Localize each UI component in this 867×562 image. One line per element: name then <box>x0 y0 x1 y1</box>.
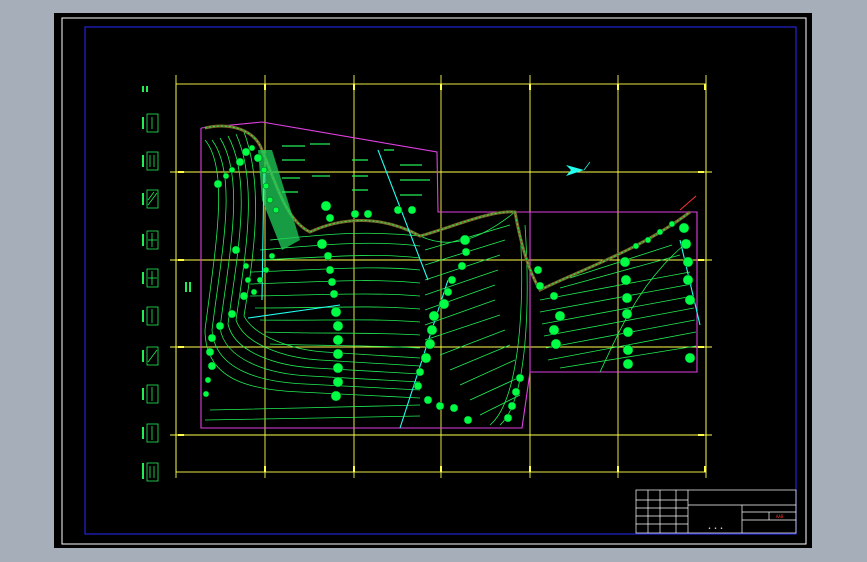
tree-circle-icon <box>413 381 423 391</box>
tree-circle-icon <box>250 288 258 296</box>
tree-circle-icon <box>423 395 433 405</box>
tree-circle-icon <box>215 321 225 331</box>
tree-circle-icon <box>426 324 438 336</box>
tree-circle-icon <box>461 247 471 257</box>
tree-circle-icon <box>253 153 263 163</box>
tree-circle-icon <box>684 352 696 364</box>
tree-circle-icon <box>350 209 360 219</box>
tree-circle-icon <box>511 387 521 397</box>
tree-circle-icon <box>248 144 256 152</box>
cad-drawing-viewport: • • • AAB <box>0 0 867 562</box>
tree-circle-icon <box>262 266 270 274</box>
tree-circle-icon <box>272 206 280 214</box>
tree-circle-icon <box>548 324 560 336</box>
tree-circle-icon <box>227 309 237 319</box>
tree-circle-icon <box>330 390 342 402</box>
tree-circle-icon <box>320 200 332 212</box>
tree-circle-icon <box>325 213 335 223</box>
tree-circle-icon <box>632 242 640 250</box>
tree-circle-icon <box>363 209 373 219</box>
tree-circle-icon <box>622 326 634 338</box>
title-block-center-text: • • • <box>708 526 723 532</box>
tree-circle-icon <box>533 265 543 275</box>
tree-circle-icon <box>503 413 513 423</box>
cad-sheet: • • • AAB <box>54 13 812 548</box>
tree-circle-icon <box>330 306 342 318</box>
tree-circle-icon <box>332 334 344 346</box>
tree-circle-icon <box>207 333 217 343</box>
tree-circle-icon <box>244 276 252 284</box>
tree-circle-icon <box>457 261 467 271</box>
tree-circle-icon <box>449 403 459 413</box>
tree-circle-icon <box>420 352 432 364</box>
tree-circle-icon <box>459 234 471 246</box>
tree-circle-icon <box>447 275 457 285</box>
tree-circle-icon <box>228 166 236 174</box>
tree-circle-icon <box>325 265 335 275</box>
tree-circle-icon <box>428 310 440 322</box>
tree-circle-icon <box>242 262 250 270</box>
tree-circle-icon <box>260 166 268 174</box>
tree-circle-icon <box>682 274 694 286</box>
tree-circle-icon <box>424 338 436 350</box>
tree-circle-icon <box>332 362 344 374</box>
tree-circle-icon <box>549 291 559 301</box>
tree-circle-icon <box>213 179 223 189</box>
tree-circle-icon <box>684 294 696 306</box>
tree-circle-icon <box>323 251 333 261</box>
tree-circle-icon <box>327 277 337 287</box>
tree-circle-icon <box>332 320 344 332</box>
tree-circle-icon <box>435 401 445 411</box>
tree-circle-icon <box>622 358 634 370</box>
tree-circle-icon <box>621 292 633 304</box>
tree-circle-icon <box>207 361 217 371</box>
tree-circle-icon <box>668 220 676 228</box>
tree-circle-icon <box>204 376 212 384</box>
tree-circle-icon <box>231 245 241 255</box>
tree-circle-icon <box>443 287 453 297</box>
tree-circle-icon <box>463 415 473 425</box>
tree-circle-icon <box>332 348 344 360</box>
sheet-background <box>54 13 812 548</box>
tree-circle-icon <box>222 172 230 180</box>
tree-circle-icon <box>678 222 690 234</box>
tree-circle-icon <box>682 256 694 268</box>
tree-circle-icon <box>256 276 264 284</box>
tree-circle-icon <box>329 289 339 299</box>
tree-circle-icon <box>202 390 210 398</box>
tree-circle-icon <box>241 147 251 157</box>
title-block-red-tag: AAB <box>776 514 784 519</box>
tree-circle-icon <box>535 281 545 291</box>
tree-circle-icon <box>415 367 425 377</box>
tree-circle-icon <box>656 228 664 236</box>
tree-circle-icon <box>507 401 517 411</box>
tree-circle-icon <box>235 157 245 167</box>
tree-circle-icon <box>407 205 417 215</box>
tree-circle-icon <box>554 310 566 322</box>
tree-circle-icon <box>621 308 633 320</box>
tree-circle-icon <box>515 373 525 383</box>
tree-circle-icon <box>316 238 328 250</box>
tree-circle-icon <box>438 298 450 310</box>
tree-circle-icon <box>644 236 652 244</box>
tree-circle-icon <box>205 347 215 357</box>
tree-circle-icon <box>266 196 274 204</box>
tree-circle-icon <box>550 338 562 350</box>
tree-circle-icon <box>619 256 631 268</box>
tree-circle-icon <box>393 205 403 215</box>
tree-circle-icon <box>622 344 634 356</box>
tree-circle-icon <box>680 238 692 250</box>
tree-circle-icon <box>268 252 276 260</box>
tree-circle-icon <box>239 291 249 301</box>
tree-circle-icon <box>262 182 270 190</box>
tree-circle-icon <box>620 274 632 286</box>
tree-circle-icon <box>332 376 344 388</box>
